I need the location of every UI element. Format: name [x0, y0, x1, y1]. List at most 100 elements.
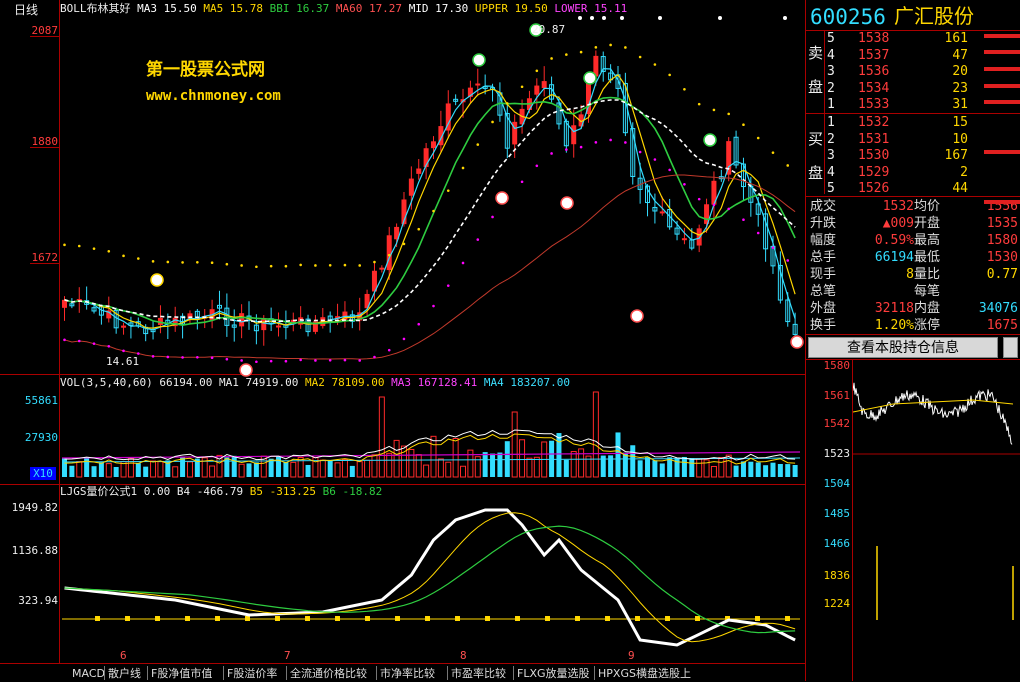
view-holdings-button[interactable]: 查看本股持仓信息: [808, 337, 998, 358]
volume-bar: [785, 464, 791, 477]
month-label: 6: [120, 649, 127, 662]
volume-bar: [290, 461, 297, 478]
volume-bar: [364, 459, 371, 478]
candle-body: [121, 325, 127, 328]
signal-dot: [578, 16, 582, 20]
lower-band-dot: [638, 150, 642, 154]
volume-bar: [143, 466, 149, 477]
upper-band-dot: [742, 123, 745, 127]
signal-dot: [620, 16, 624, 20]
tab-premium-rate[interactable]: F股溢价率: [227, 666, 277, 681]
intraday-price-label: 1523: [823, 447, 851, 460]
lower-band-dot: [771, 246, 775, 249]
volume-bar: [135, 463, 141, 477]
chart-canvas[interactable]: [0, 0, 806, 663]
ask-level: 3: [827, 64, 835, 80]
lower-band-dot: [756, 231, 760, 235]
volume-bar: [209, 465, 216, 478]
volume-bar: [770, 462, 776, 477]
volume-bar: [637, 460, 643, 477]
ask-price: 1533: [858, 97, 890, 113]
bid-price: 1532: [858, 115, 890, 130]
upper-band-dot: [196, 260, 199, 264]
signal-marker: [630, 309, 644, 323]
upper-band-dot: [756, 136, 760, 140]
quote-row: 现手 8 量比 0.77: [806, 266, 1020, 283]
upper-band-dot: [77, 244, 81, 248]
stat-label: 外盘: [810, 301, 837, 316]
month-label: 9: [628, 649, 635, 662]
tab-full-circulation[interactable]: 全流通价格比较: [290, 666, 367, 681]
zero-marker: [95, 616, 100, 621]
stat-value: 1.20%: [874, 318, 914, 333]
tab-retail-line[interactable]: 散户线: [108, 666, 141, 681]
ma60-line: [64, 174, 796, 360]
tab-volume-breakout[interactable]: FLXG放量选股: [517, 666, 590, 681]
candle-body: [431, 141, 436, 149]
volume-bar: [710, 465, 717, 478]
zero-marker: [665, 616, 670, 621]
upper-band-dot: [225, 262, 229, 266]
volume-bar: [615, 432, 621, 477]
ask-price: 1534: [858, 80, 890, 96]
upper-band-dot: [697, 102, 701, 106]
lower-band-dot: [594, 141, 598, 144]
upper-band-dot: [446, 189, 450, 192]
tab-macd[interactable]: MACD: [72, 666, 105, 681]
upper-band-dot: [343, 263, 347, 267]
depth-bar: [984, 100, 1020, 104]
bid-volume: 44: [952, 181, 968, 197]
zero-marker: [395, 616, 400, 621]
intraday-chart[interactable]: [853, 360, 1020, 681]
candle-body: [659, 211, 665, 214]
candle-body: [379, 267, 385, 270]
upper-band-dot: [240, 264, 243, 267]
lower-band-dot: [240, 359, 243, 362]
stat-label: 内盘: [914, 301, 941, 316]
bid-level: 3: [827, 148, 835, 164]
ask-level: 2: [827, 80, 835, 96]
depth-bar: [984, 200, 1020, 204]
volume-bar: [592, 391, 599, 478]
stat-value: 1532: [882, 199, 914, 214]
candle-body: [534, 85, 540, 95]
lower-band-dot: [653, 158, 657, 161]
quote-row: 换手 1.20% 涨停 1675: [806, 317, 1020, 334]
volume-bar: [378, 396, 385, 478]
upper-band-dot: [727, 112, 730, 116]
zero-marker: [755, 616, 760, 621]
upper-band-dot: [373, 260, 376, 264]
signal-marker: [790, 335, 804, 349]
depth-bar: [984, 67, 1020, 71]
volume-bar: [777, 463, 783, 477]
tab-pe-compare[interactable]: 市盈率比较: [451, 666, 506, 681]
bid-level: 4: [827, 164, 835, 180]
volume-bar: [689, 458, 695, 477]
depth-bar: [984, 84, 1020, 88]
volume-bar: [748, 461, 754, 477]
lower-band-dot: [387, 348, 391, 352]
zero-marker: [545, 616, 550, 621]
volume-bar: [408, 448, 415, 478]
intraday-price-label: 1580: [823, 359, 851, 372]
volume-bar: [511, 411, 518, 478]
ask-price: 1537: [858, 47, 890, 63]
upper-band-dot: [624, 46, 627, 49]
signal-marker: [703, 133, 717, 147]
stat-label: 最高: [914, 233, 941, 248]
stat-label: 开盘: [914, 216, 941, 231]
stat-label: 每笔: [914, 284, 941, 299]
tab-sideways-selection[interactable]: HPXGS横盘选股上: [598, 666, 691, 681]
side-button[interactable]: [1003, 337, 1018, 358]
upper-band-dot: [269, 264, 273, 268]
volume-bar: [645, 457, 651, 477]
stat-label: 总手: [810, 250, 837, 265]
tab-nav-market-value[interactable]: F股净值市值: [151, 666, 212, 681]
tab-pb-compare[interactable]: 市净率比较: [380, 666, 435, 681]
zero-marker: [215, 616, 220, 621]
upper-band-dot: [181, 261, 184, 264]
stat-label: 换手: [810, 318, 837, 333]
ask-level: 1: [827, 97, 835, 113]
lower-band-dot: [358, 359, 362, 362]
month-label: 8: [460, 649, 467, 662]
